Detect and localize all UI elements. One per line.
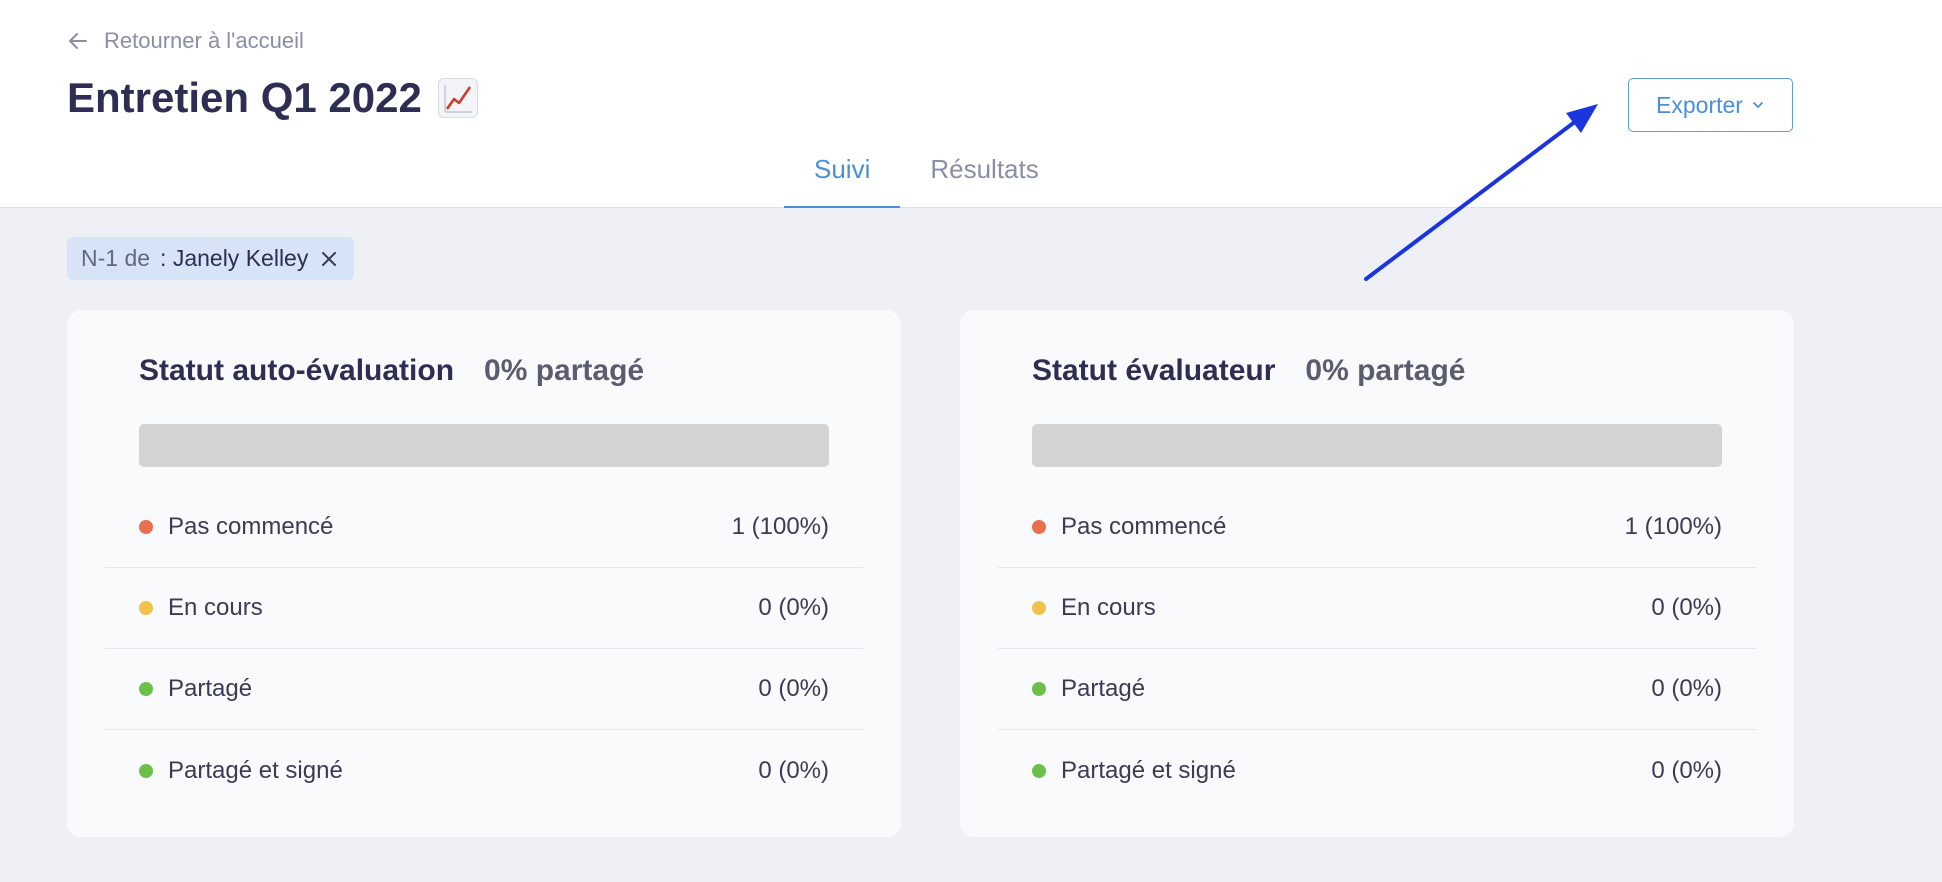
arrow-left-icon: [69, 33, 87, 49]
status-label: Pas commencé: [168, 513, 334, 540]
status-label: Partagé et signé: [1061, 756, 1236, 784]
status-row-in-progress: En cours 0 (0%): [998, 568, 1756, 649]
status-dot: [1032, 763, 1046, 778]
back-label: Retourner à l'accueil: [104, 28, 304, 53]
progress-bar: [139, 424, 829, 467]
status-dot: [1032, 682, 1046, 696]
evaluator-status-card: Statut évaluateur 0% partagé Pas commenc…: [960, 310, 1794, 837]
status-label: Partagé: [1061, 675, 1146, 702]
export-button[interactable]: Exporter: [1628, 78, 1793, 132]
tab-suivi[interactable]: Suivi: [784, 146, 901, 208]
status-row-not-started: Pas commencé 1 (100%): [998, 487, 1756, 568]
chart-increasing-icon: [437, 78, 478, 118]
status-label: Partagé: [168, 675, 253, 702]
status-list: Pas commencé 1 (100%) En cours 0 (0%) Pa…: [105, 487, 863, 811]
status-count: 1 (100%): [731, 513, 829, 540]
status-row-shared-signed: Partagé et signé 0 (0%): [998, 730, 1756, 811]
status-row-shared-signed: Partagé et signé 0 (0%): [105, 730, 863, 811]
filter-label: N-1 de: [81, 245, 151, 271]
status-dot: [139, 763, 153, 778]
status-dot: [1032, 520, 1046, 534]
status-dot: [1032, 601, 1046, 615]
status-row-not-started: Pas commencé 1 (100%): [105, 487, 863, 568]
chevron-down-icon: [1753, 102, 1763, 109]
page-header: Retourner à l'accueil Entretien Q1 2022 …: [0, 0, 1942, 208]
status-count: 0 (0%): [758, 594, 829, 621]
status-count: 0 (0%): [758, 675, 829, 702]
export-label: Exporter: [1656, 91, 1743, 118]
status-count: 0 (0%): [1651, 675, 1722, 702]
status-row-shared: Partagé 0 (0%): [105, 649, 863, 730]
status-list: Pas commencé 1 (100%) En cours 0 (0%) Pa…: [998, 487, 1756, 811]
page-title: Entretien Q1 2022: [67, 74, 478, 122]
status-label: En cours: [168, 594, 263, 621]
tab-bar: Suivi Résultats: [784, 146, 1069, 208]
status-row-in-progress: En cours 0 (0%): [105, 568, 863, 649]
page-title-text: Entretien Q1 2022: [67, 74, 422, 121]
status-count: 0 (0%): [1651, 594, 1722, 621]
filter-chip: N-1 de : Janely Kelley: [67, 237, 355, 280]
shared-percentage: 0% partagé: [1305, 354, 1466, 387]
back-to-home-link[interactable]: Retourner à l'accueil: [66, 26, 304, 56]
card-title: Statut évaluateur: [1032, 354, 1276, 387]
card-title: Statut auto-évaluation: [139, 354, 455, 387]
progress-bar: [1032, 424, 1722, 467]
status-count: 0 (0%): [1651, 756, 1722, 784]
status-count: 0 (0%): [758, 756, 829, 784]
status-label: En cours: [1061, 594, 1156, 621]
status-count: 1 (100%): [1624, 513, 1722, 540]
self-evaluation-status-card: Statut auto-évaluation 0% partagé Pas co…: [67, 310, 901, 837]
status-dot: [139, 601, 153, 615]
remove-filter-icon[interactable]: [318, 248, 340, 270]
status-dot: [139, 520, 153, 534]
status-dot: [139, 682, 153, 696]
tab-resultats[interactable]: Résultats: [900, 146, 1068, 208]
status-row-shared: Partagé 0 (0%): [998, 649, 1756, 730]
shared-percentage: 0% partagé: [484, 354, 645, 387]
status-label: Partagé et signé: [168, 756, 343, 784]
filter-value: : Janely Kelley: [160, 245, 309, 271]
status-label: Pas commencé: [1061, 513, 1227, 540]
